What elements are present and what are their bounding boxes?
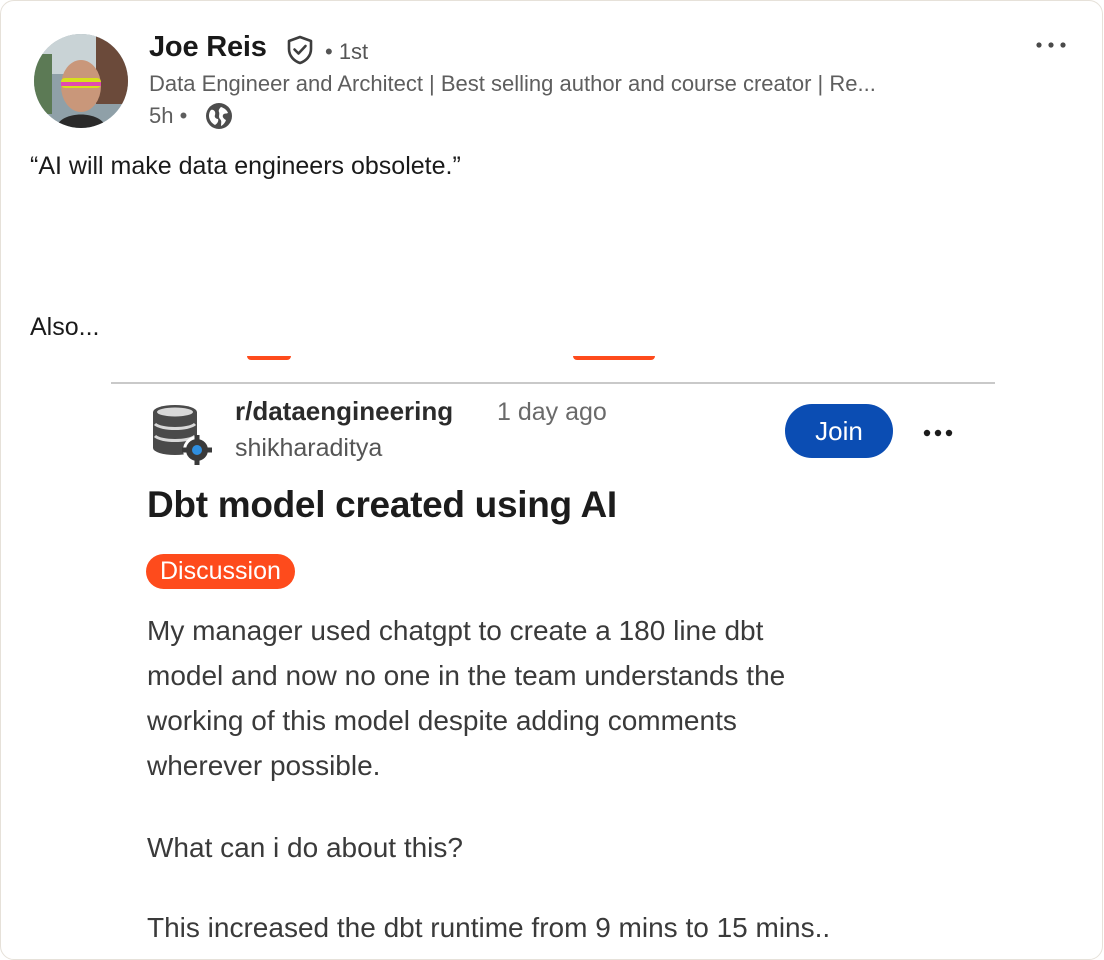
globe-icon [205, 102, 233, 130]
reddit-question: What can i do about this? [147, 832, 463, 863]
post-text-line: Also... [30, 313, 100, 341]
reddit-runtime-note: This increased the dbt runtime from 9 mi… [147, 912, 831, 943]
connection-degree: • 1st [325, 39, 369, 64]
subreddit-name: r/dataengineering [235, 396, 454, 426]
orange-accent [573, 356, 655, 360]
embedded-reddit-image[interactable]: r/dataengineering 1 day ago shikharadity… [111, 356, 995, 956]
flair-badge: Discussion [146, 554, 295, 589]
more-options-icon [921, 426, 955, 438]
divider [111, 382, 995, 384]
feed-post-card: Joe Reis • 1st Data Engineer and Archite… [0, 0, 1103, 960]
more-options-icon[interactable] [1033, 37, 1069, 53]
reddit-body-line: working of this model despite adding com… [147, 705, 737, 736]
author-name[interactable]: Joe Reis [149, 31, 267, 64]
database-gear-icon [149, 402, 215, 468]
post-text-line: “AI will make data engineers obsolete.” [30, 152, 461, 180]
orange-accent [247, 356, 291, 360]
reddit-body-line: My manager used chatgpt to create a 180 … [147, 615, 764, 646]
post-age: 1 day ago [497, 398, 607, 426]
verified-shield-icon [286, 35, 314, 65]
reddit-body-line: model and now no one in the team underst… [147, 660, 786, 691]
author-headline: Data Engineer and Architect | Best selli… [149, 71, 876, 96]
post-time: 5h • [149, 103, 188, 128]
join-button: Join [785, 404, 893, 458]
reddit-username: shikharaditya [235, 434, 383, 462]
reddit-post-title: Dbt model created using AI [147, 484, 617, 525]
author-avatar[interactable] [34, 34, 128, 128]
reddit-body-line: wherever possible. [147, 750, 381, 781]
